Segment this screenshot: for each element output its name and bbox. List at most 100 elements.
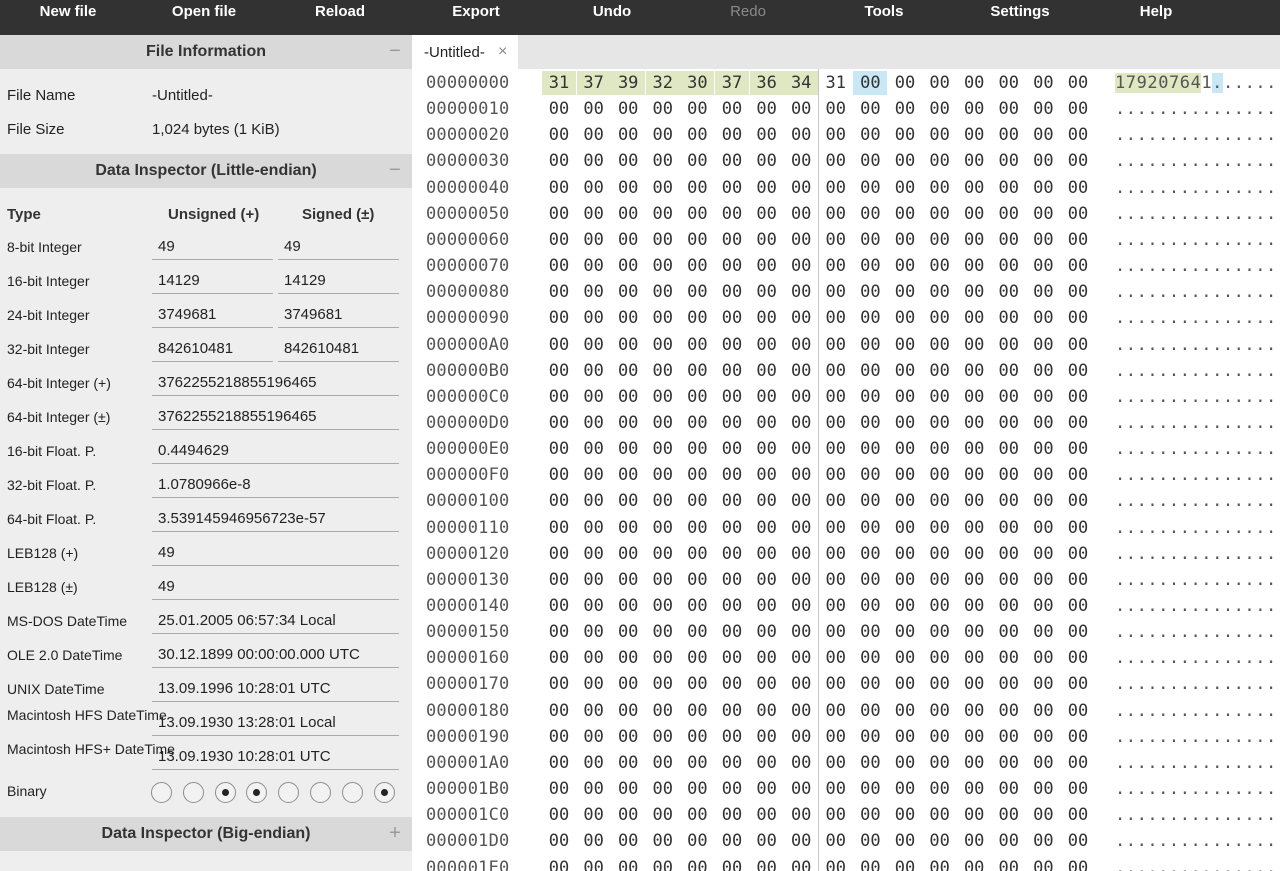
hex-byte[interactable]: 00 (542, 123, 576, 147)
hex-byte[interactable]: 00 (577, 385, 611, 409)
hex-byte[interactable]: 00 (888, 437, 922, 461)
hex-byte[interactable]: 00 (680, 751, 714, 775)
hex-byte[interactable]: 00 (646, 777, 680, 801)
hex-byte[interactable]: 00 (992, 856, 1026, 871)
hex-byte[interactable]: 00 (680, 489, 714, 513)
hex-byte[interactable]: 00 (784, 516, 818, 540)
hex-byte[interactable]: 00 (611, 646, 645, 670)
hex-byte[interactable]: 00 (923, 725, 957, 749)
hex-byte[interactable]: 00 (957, 463, 991, 487)
hex-byte[interactable]: 00 (715, 437, 749, 461)
hex-byte[interactable]: 00 (853, 725, 887, 749)
hex-byte[interactable]: 00 (680, 437, 714, 461)
hex-byte[interactable]: 00 (750, 149, 784, 173)
hex-byte[interactable]: 00 (680, 594, 714, 618)
hex-byte[interactable]: 00 (646, 568, 680, 592)
hex-byte[interactable]: 00 (542, 856, 576, 871)
hex-byte[interactable]: 00 (853, 803, 887, 827)
hex-byte[interactable]: 00 (853, 489, 887, 513)
hex-byte[interactable]: 00 (853, 176, 887, 200)
hex-byte[interactable]: 00 (611, 411, 645, 435)
ascii-text[interactable]: ................ (1115, 751, 1280, 775)
hex-byte[interactable]: 00 (1026, 620, 1060, 644)
hex-byte[interactable]: 00 (992, 725, 1026, 749)
hex-byte[interactable]: 00 (784, 856, 818, 871)
menu-export[interactable]: Export (408, 0, 544, 35)
hex-byte[interactable]: 00 (1026, 385, 1060, 409)
hex-byte[interactable]: 00 (957, 672, 991, 696)
hex-byte[interactable]: 00 (577, 568, 611, 592)
hex-byte[interactable]: 00 (923, 97, 957, 121)
hex-byte[interactable]: 00 (646, 254, 680, 278)
hex-byte[interactable]: 00 (715, 333, 749, 357)
hex-byte[interactable]: 00 (1061, 437, 1095, 461)
hex-byte[interactable]: 00 (715, 594, 749, 618)
hex-byte[interactable]: 00 (715, 777, 749, 801)
hex-byte[interactable]: 00 (923, 751, 957, 775)
hex-byte[interactable]: 00 (957, 385, 991, 409)
hex-byte[interactable]: 00 (646, 751, 680, 775)
hex-byte[interactable]: 00 (611, 516, 645, 540)
hex-byte[interactable]: 00 (992, 829, 1026, 853)
hex-byte[interactable]: 00 (819, 228, 853, 252)
hex-byte[interactable]: 00 (784, 620, 818, 644)
hex-byte[interactable]: 00 (1061, 71, 1095, 95)
hex-byte[interactable]: 00 (1026, 176, 1060, 200)
hex-byte[interactable]: 00 (577, 699, 611, 723)
hex-byte[interactable]: 00 (646, 123, 680, 147)
hex-byte[interactable]: 00 (646, 97, 680, 121)
ascii-text[interactable]: ................ (1115, 594, 1280, 618)
hex-byte[interactable]: 00 (784, 202, 818, 226)
hex-byte[interactable]: 00 (992, 228, 1026, 252)
hex-byte[interactable]: 00 (1026, 699, 1060, 723)
file-info-header[interactable]: File Information − (0, 35, 412, 69)
bit-toggle[interactable] (341, 782, 363, 803)
hex-byte[interactable]: 00 (853, 333, 887, 357)
hex-byte[interactable]: 00 (992, 672, 1026, 696)
ascii-text[interactable]: ................ (1115, 699, 1280, 723)
hex-byte[interactable]: 00 (1061, 516, 1095, 540)
hex-byte[interactable]: 00 (888, 228, 922, 252)
hex-byte[interactable]: 00 (853, 280, 887, 304)
hex-byte[interactable]: 39 (611, 71, 646, 95)
hex-byte[interactable]: 00 (680, 829, 714, 853)
hex-byte[interactable]: 00 (750, 751, 784, 775)
hex-byte[interactable]: 00 (646, 280, 680, 304)
hex-byte[interactable]: 00 (819, 123, 853, 147)
hex-byte[interactable]: 00 (992, 542, 1026, 566)
hex-byte[interactable]: 00 (750, 254, 784, 278)
hex-byte[interactable]: 00 (750, 777, 784, 801)
hex-byte[interactable]: 00 (715, 699, 749, 723)
hex-byte[interactable]: 00 (750, 97, 784, 121)
hex-byte[interactable]: 00 (992, 176, 1026, 200)
hex-byte[interactable]: 00 (957, 751, 991, 775)
hex-byte[interactable]: 00 (611, 202, 645, 226)
signed-value-field[interactable]: 3749681 (278, 303, 399, 328)
hex-byte[interactable]: 00 (715, 385, 749, 409)
hex-byte[interactable]: 00 (1061, 568, 1095, 592)
hex-byte[interactable]: 00 (611, 725, 645, 749)
hex-byte[interactable]: 00 (957, 725, 991, 749)
hex-byte[interactable]: 00 (646, 437, 680, 461)
hex-byte[interactable]: 36 (749, 71, 784, 95)
hex-byte[interactable]: 00 (923, 333, 957, 357)
hex-byte[interactable]: 00 (853, 202, 887, 226)
hex-byte[interactable]: 00 (680, 123, 714, 147)
hex-byte[interactable]: 00 (819, 463, 853, 487)
hex-byte[interactable]: 00 (819, 489, 853, 513)
hex-byte[interactable]: 00 (923, 359, 957, 383)
hex-byte[interactable]: 00 (853, 856, 887, 871)
hex-byte[interactable]: 00 (957, 280, 991, 304)
ascii-text[interactable]: ................ (1115, 725, 1280, 749)
hex-byte[interactable]: 00 (992, 803, 1026, 827)
hex-byte[interactable]: 00 (853, 594, 887, 618)
hex-byte[interactable]: 00 (957, 646, 991, 670)
hex-byte[interactable]: 00 (923, 594, 957, 618)
hex-byte[interactable]: 00 (542, 594, 576, 618)
hex-byte[interactable]: 00 (646, 149, 680, 173)
hex-byte[interactable]: 00 (577, 489, 611, 513)
hex-byte[interactable]: 00 (784, 385, 818, 409)
hex-byte[interactable]: 00 (957, 437, 991, 461)
value-field[interactable]: 1.0780966e-8 (152, 473, 399, 498)
hex-byte[interactable]: 00 (888, 202, 922, 226)
